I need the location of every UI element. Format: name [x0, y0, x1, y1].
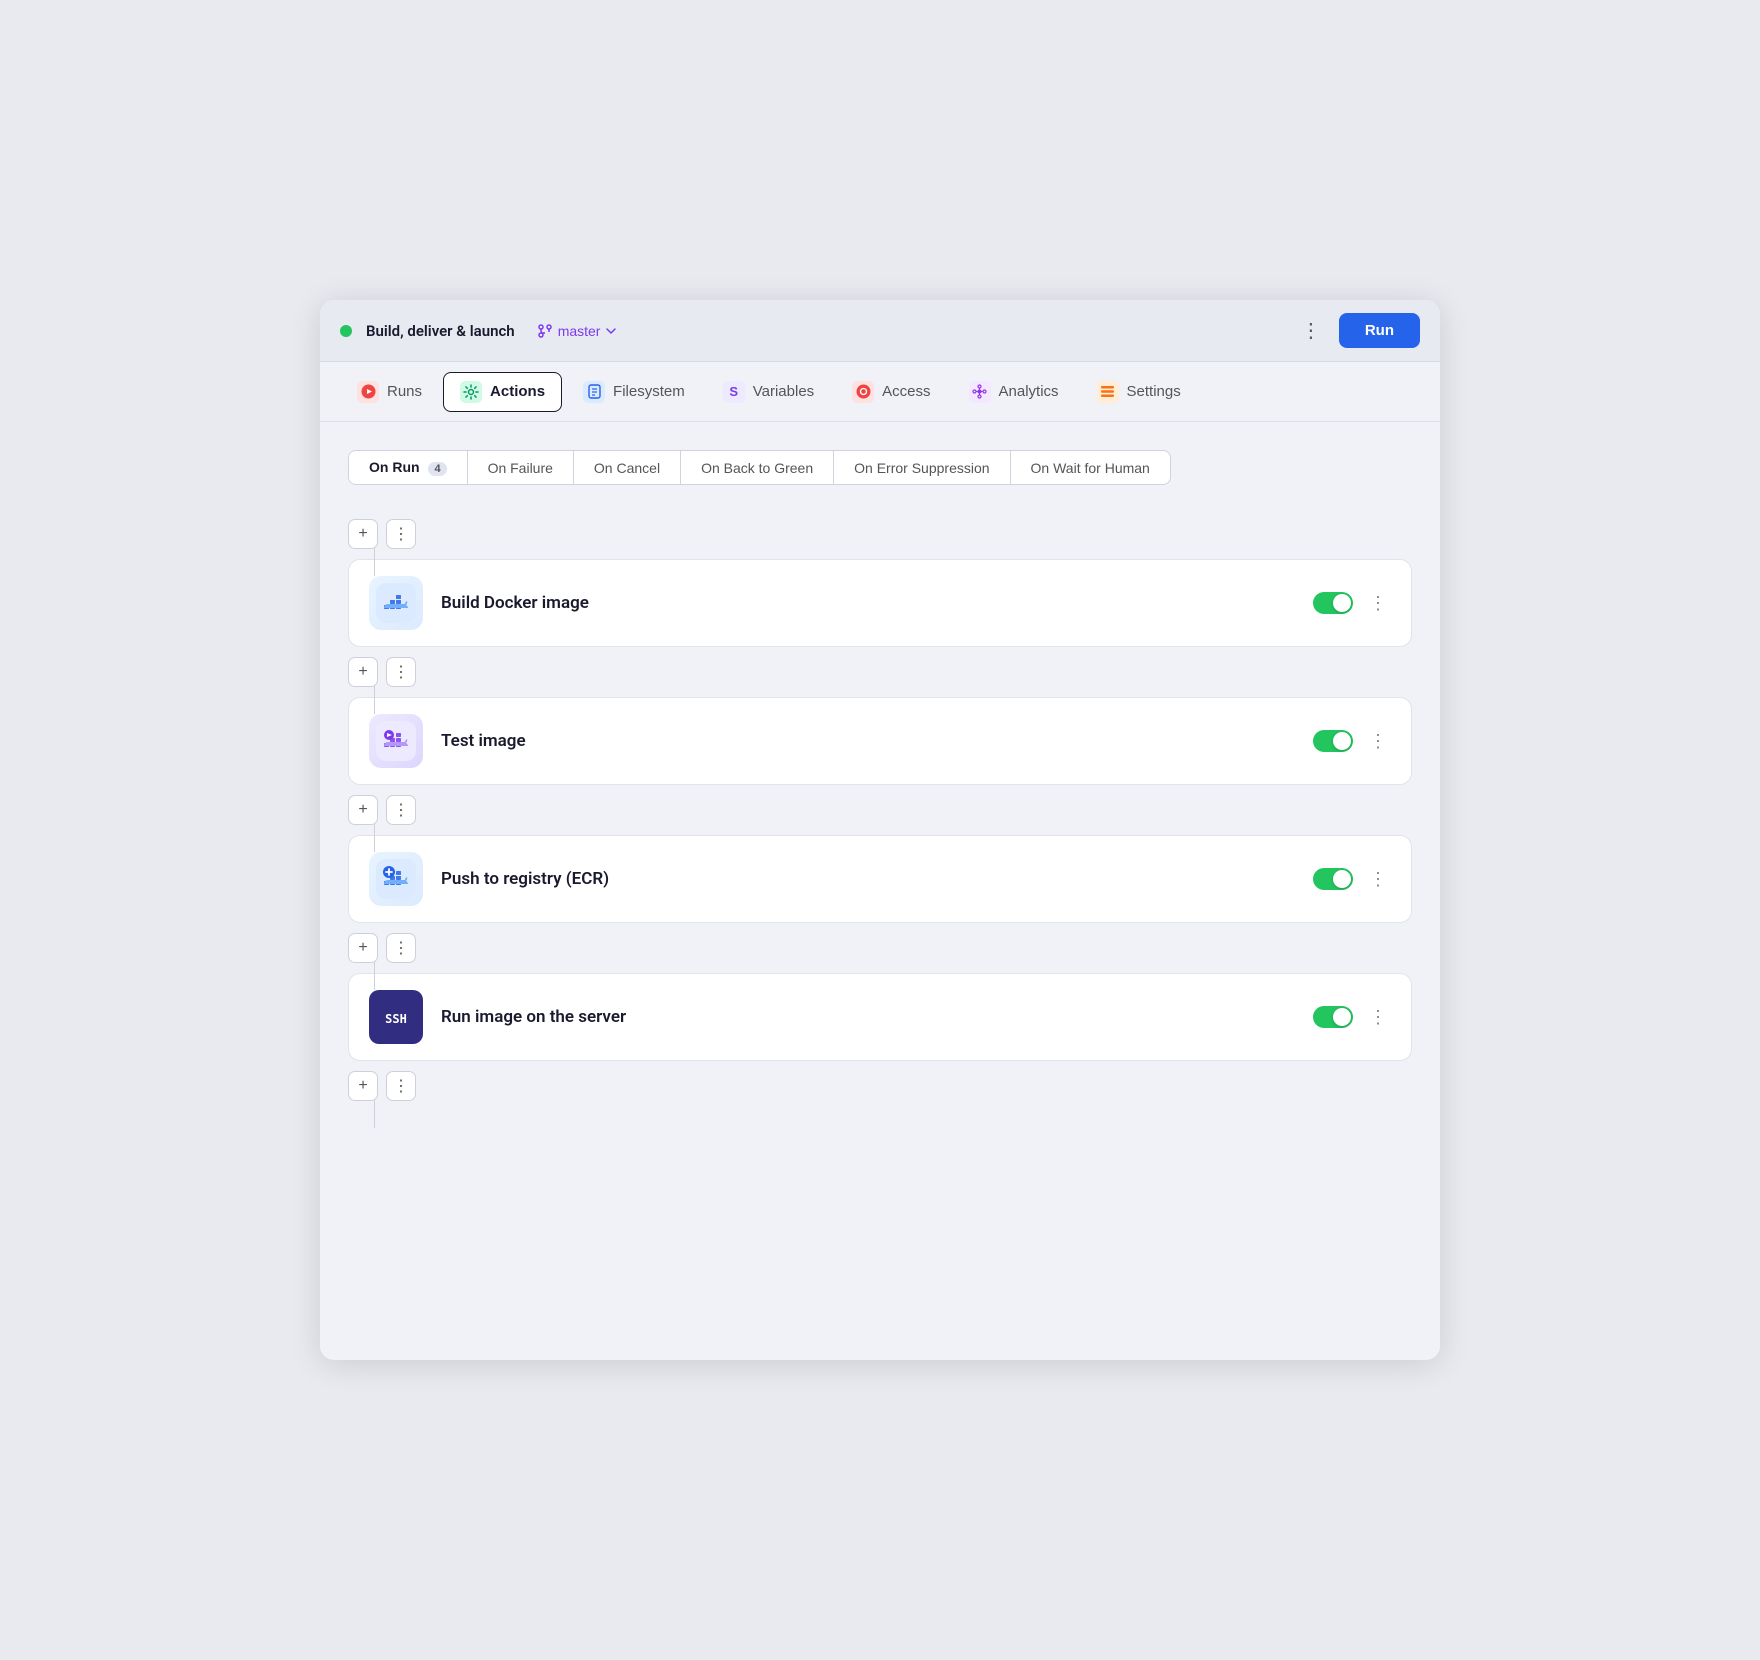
tab-analytics[interactable]: Analytics [952, 372, 1076, 412]
run-server-toggle[interactable] [1313, 1006, 1353, 1028]
test-image-more-button[interactable]: ⋮ [1365, 728, 1391, 754]
subtab-on-wait-for-human[interactable]: On Wait for Human [1011, 451, 1170, 484]
more-row-button-3[interactable]: ⋮ [386, 933, 416, 963]
tab-actions-label: Actions [490, 383, 545, 400]
docker-icon [376, 583, 416, 623]
access-icon [852, 381, 874, 403]
tab-filesystem-label: Filesystem [613, 383, 685, 400]
tab-filesystem[interactable]: Filesystem [566, 372, 702, 412]
actions-icon [460, 381, 482, 403]
status-dot [340, 325, 352, 337]
gear-icon [463, 384, 479, 400]
subtab-on-error-suppression[interactable]: On Error Suppression [834, 451, 1010, 484]
push-registry-controls: ⋮ [1313, 866, 1391, 892]
test-image-name: Test image [441, 731, 1295, 751]
tab-variables-label: Variables [753, 383, 814, 400]
build-docker-name: Build Docker image [441, 593, 1295, 613]
run-server-name: Run image on the server [441, 1007, 1295, 1027]
svg-text:SSH: SSH [385, 1012, 407, 1026]
action-list: + ⋮ [348, 513, 1412, 1107]
branch-selector[interactable]: master [529, 319, 626, 343]
add-row-3: + ⋮ [348, 927, 1412, 969]
ssh-icon: SSH [376, 997, 416, 1037]
add-button-0[interactable]: + [348, 519, 378, 549]
test-image-icon [369, 714, 423, 768]
add-button-2[interactable]: + [348, 795, 378, 825]
filesystem-icon [583, 381, 605, 403]
analytics-icon [969, 381, 991, 403]
run-server-more-button[interactable]: ⋮ [1365, 1004, 1391, 1030]
docker-ecr-icon [376, 859, 416, 899]
tab-runs-label: Runs [387, 383, 422, 400]
runs-icon [357, 381, 379, 403]
run-server-controls: ⋮ [1313, 1004, 1391, 1030]
action-card-test-image: Test image ⋮ [348, 697, 1412, 785]
docker-runner-icon [376, 721, 416, 761]
settings-icon [1097, 381, 1119, 403]
add-row-1: + ⋮ [348, 651, 1412, 693]
push-registry-name: Push to registry (ECR) [441, 869, 1295, 889]
action-card-push-registry: Push to registry (ECR) ⋮ [348, 835, 1412, 923]
test-image-controls: ⋮ [1313, 728, 1391, 754]
add-button-4[interactable]: + [348, 1071, 378, 1101]
add-button-1[interactable]: + [348, 657, 378, 687]
test-image-toggle[interactable] [1313, 730, 1353, 752]
push-registry-icon [369, 852, 423, 906]
tab-access[interactable]: Access [835, 372, 947, 412]
on-run-badge: 4 [428, 462, 446, 476]
variables-icon: S [723, 381, 745, 403]
app-window: Build, deliver & launch master ⋮ Run [320, 300, 1440, 1360]
add-row-2: + ⋮ [348, 789, 1412, 831]
action-card-build-docker: Build Docker image ⋮ [348, 559, 1412, 647]
top-bar-right: ⋮ Run [1293, 313, 1420, 348]
nav-tabs: Runs Actions Filesystem [320, 362, 1440, 422]
action-card-run-server: SSH Run image on the server ⋮ [348, 973, 1412, 1061]
tab-variables[interactable]: S Variables [706, 372, 831, 412]
build-docker-controls: ⋮ [1313, 590, 1391, 616]
tab-settings[interactable]: Settings [1080, 372, 1198, 412]
top-bar-left: Build, deliver & launch master [340, 319, 625, 343]
branch-label: master [558, 323, 601, 339]
play-icon [361, 384, 376, 399]
run-server-icon: SSH [369, 990, 423, 1044]
top-bar: Build, deliver & launch master ⋮ Run [320, 300, 1440, 362]
build-docker-icon [369, 576, 423, 630]
more-options-button[interactable]: ⋮ [1293, 314, 1329, 347]
subtab-on-back-to-green[interactable]: On Back to Green [681, 451, 834, 484]
subtab-on-cancel[interactable]: On Cancel [574, 451, 681, 484]
chevron-down-icon [605, 325, 617, 337]
run-button[interactable]: Run [1339, 313, 1420, 348]
build-docker-more-button[interactable]: ⋮ [1365, 590, 1391, 616]
subtab-on-failure[interactable]: On Failure [468, 451, 574, 484]
more-row-button-4[interactable]: ⋮ [386, 1071, 416, 1101]
more-row-button-1[interactable]: ⋮ [386, 657, 416, 687]
file-icon [587, 384, 602, 399]
tab-runs[interactable]: Runs [340, 372, 439, 412]
build-docker-toggle[interactable] [1313, 592, 1353, 614]
content-area: On Run 4 On Failure On Cancel On Back to… [320, 422, 1440, 1135]
branch-icon [537, 323, 553, 339]
add-row-4: + ⋮ [348, 1065, 1412, 1107]
sub-tabs: On Run 4 On Failure On Cancel On Back to… [348, 450, 1171, 485]
add-button-3[interactable]: + [348, 933, 378, 963]
lock-icon [856, 384, 871, 399]
settings-bars-icon [1100, 384, 1115, 399]
push-registry-more-button[interactable]: ⋮ [1365, 866, 1391, 892]
tab-analytics-label: Analytics [999, 383, 1059, 400]
app-title: Build, deliver & launch [366, 322, 515, 340]
more-row-button-2[interactable]: ⋮ [386, 795, 416, 825]
add-row-0: + ⋮ [348, 513, 1412, 555]
tab-settings-label: Settings [1127, 383, 1181, 400]
more-row-button-0[interactable]: ⋮ [386, 519, 416, 549]
tab-access-label: Access [882, 383, 930, 400]
tab-actions[interactable]: Actions [443, 372, 562, 412]
subtab-on-run[interactable]: On Run 4 [349, 451, 468, 484]
push-registry-toggle[interactable] [1313, 868, 1353, 890]
graph-icon [972, 384, 987, 399]
